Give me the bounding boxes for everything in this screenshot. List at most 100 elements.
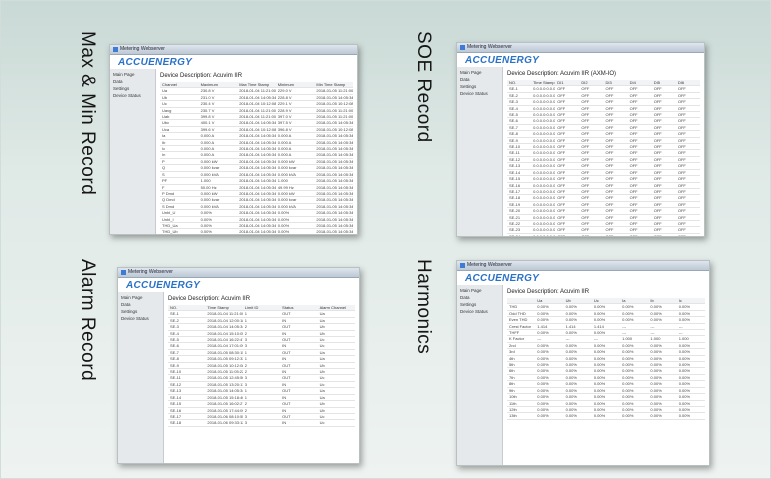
table-cell: 2018-01-05 14:05:34 xyxy=(314,203,353,211)
harmonics-table: Ua Ub Uc Ia Ib Ic THD 0.00% 0.00% 0.00% 0.00% 0.00%… xyxy=(507,298,705,420)
column-header: Time Stamp xyxy=(531,80,556,87)
logo-row: ACCUENERGY xyxy=(110,55,357,69)
sidebar-item[interactable]: Main Page xyxy=(110,71,155,78)
table-cell: 0.0.0.0:0.0.0 xyxy=(531,169,556,177)
table-cell: 2018-01-04 12:00:18.896 xyxy=(205,317,243,325)
table-cell: OFF xyxy=(603,233,628,236)
logo-row: ACCUENERGY xyxy=(457,53,704,67)
maxmin-screenshot: Metering Webserver ACCUENERGY Main Page Dat… xyxy=(109,44,358,235)
sidebar-item[interactable]: Device Status xyxy=(457,308,502,315)
table-cell: 0.00% xyxy=(275,228,315,234)
table-cell: 0.0.0.0:0.0.0 xyxy=(531,124,556,132)
table-cell: 2018-01-04 14:05:34 xyxy=(237,132,276,140)
table-cell: 2018-01-05 14:05:34 xyxy=(314,119,353,127)
maxmin-table: Channel Maximum Max Time Stamp Minimum Min T… xyxy=(160,82,353,235)
app-icon xyxy=(113,47,118,52)
table-cell: 2018-01-05 11:21:00 xyxy=(314,87,353,95)
table-cell: 0.00% xyxy=(535,412,564,420)
table-cell: SE-24 xyxy=(507,233,532,236)
table-cell: 0.0.0.0:0.0.0 xyxy=(531,130,556,138)
table-cell: 0.0.0.0:0.0.0 xyxy=(531,194,556,202)
accuenergy-logo: ACCUENERGY xyxy=(465,54,540,66)
table-row: SE-24 0.0.0.0:0.0.0 OFF OFF OFF OFF OFF OFF xyxy=(507,233,700,236)
sidebar-item[interactable]: Device Status xyxy=(118,315,163,322)
table-cell: 0.0.0.0:0.0.0 xyxy=(531,220,556,228)
table-cell: OFF xyxy=(651,233,676,236)
table-cell: 0.0.0.0:0.0.0 xyxy=(531,226,556,234)
device-description: Device Description: Acuvim IIR (AXM-IO) xyxy=(507,71,617,77)
sidebar-item[interactable]: Device Status xyxy=(457,90,502,97)
sidebar-item[interactable]: Settings xyxy=(457,301,502,308)
accuenergy-logo: ACCUENERGY xyxy=(118,56,193,68)
sidebar-item[interactable]: Settings xyxy=(118,308,163,315)
sidebar-item[interactable]: Data xyxy=(110,78,155,85)
table-cell: 2018-01-05 14:05:34 xyxy=(314,196,353,204)
label-soe: SOE Record xyxy=(413,31,434,143)
sidebar-item[interactable]: Settings xyxy=(110,85,155,92)
table-cell: OFF xyxy=(675,233,700,236)
sidebar-item[interactable]: Data xyxy=(457,76,502,83)
device-description: Device Description: Acuvim IIR xyxy=(168,296,251,302)
table-cell: 2018-01-05 14:05:34 xyxy=(314,158,353,166)
table-cell: 2018-01-05 14:05:34.129 xyxy=(205,387,243,395)
sidebar-item[interactable]: Main Page xyxy=(457,69,502,76)
page-content: Main Page Data Settings Device Status Device… xyxy=(457,285,709,465)
table-cell: 2018-01-05 14:05:34 xyxy=(314,228,353,235)
table-cell: 2018-01-04 11:21:00 xyxy=(237,87,276,95)
page-content: Main Page Data Settings Device Status Device… xyxy=(118,292,359,463)
table-cell: 2018-01-05 14:05:34 xyxy=(314,94,353,102)
table-cell: 3 xyxy=(242,419,281,427)
table-cell: 2018-01-05 16:02:27.063 xyxy=(205,400,243,408)
table-cell: 0.0.0.0:0.0.0 xyxy=(531,85,556,93)
table-cell: 0.0.0.0:0.0.0 xyxy=(531,92,556,100)
soe-screenshot: Metering Webserver ACCUENERGY Main Page Dat… xyxy=(456,42,705,237)
table-cell: 2018-01-04 11:21:00 xyxy=(237,113,276,121)
table-cell: OFF xyxy=(579,233,604,236)
table-cell: 0.00% xyxy=(563,412,592,420)
table-cell: 0.00% xyxy=(676,412,705,420)
table-cell: 2018-01-05 10:12:08.736 xyxy=(205,362,243,370)
alarm-screenshot: Metering Webserver ACCUENERGY Main Page Dat… xyxy=(117,267,360,464)
table-cell: 2018-01-05 10:12:08 xyxy=(314,126,353,134)
table-cell: IN xyxy=(280,419,318,427)
table-cell: 2018-01-06 08:10:55.210 xyxy=(205,413,243,421)
table-cell: 0.0.0.0:0.0.0 xyxy=(531,182,556,189)
table-cell: 2018-01-04 14:05:34 xyxy=(237,209,276,217)
table-cell: 0.0.0.0:0.0.0 xyxy=(531,175,556,183)
table-cell: 2018-01-04 14:05:34 xyxy=(237,228,276,235)
alarm-table: NO. Time Stamp Limit ID Status Alarm Channel… xyxy=(168,305,355,427)
sidebar-item[interactable]: Main Page xyxy=(457,287,502,294)
table-cell: 2018-01-04 14:05:34 xyxy=(237,158,276,166)
table-cell: 2018-01-04 14:05:34 xyxy=(237,222,276,230)
table-cell: 2018-01-05 14:05:34 xyxy=(314,132,353,140)
table-cell: 0.0.0.0:0.0.0 xyxy=(531,111,556,119)
table-cell: 2018-01-05 11:21:00 xyxy=(314,113,353,121)
table-cell: 2018-01-04 15:10:05.523 xyxy=(205,330,243,338)
table-cell: 0.0.0.0:0.0.0 xyxy=(531,105,556,113)
label-alarm: Alarm Record xyxy=(77,259,98,382)
main-area: Device Description: Acuvim IIR (AXM-IO) N… xyxy=(503,67,704,236)
label-maxmin: Max & Min Record xyxy=(77,31,98,196)
sidebar-item[interactable]: Settings xyxy=(457,83,502,90)
main-area: Device Description: Acuvim IIR NO. Time St… xyxy=(164,292,359,463)
table-cell: 2018-01-05 17:44:09.781 xyxy=(205,407,243,414)
table-cell: 13th xyxy=(507,412,536,420)
label-harmonics: Harmonics xyxy=(413,259,434,355)
sidebar: Main Page Data Settings Device Status xyxy=(118,292,164,463)
table-cell: 2018-01-04 14:05:34 xyxy=(237,151,276,159)
sidebar-item[interactable]: Main Page xyxy=(118,294,163,301)
sidebar-item[interactable]: Data xyxy=(457,294,502,301)
table-cell: 0.0.0.0:0.0.0 xyxy=(531,188,556,196)
sidebar: Main Page Data Settings Device Status xyxy=(457,285,503,465)
sidebar-item[interactable]: Data xyxy=(118,301,163,308)
table-cell: 2018-01-05 14:05:34 xyxy=(314,184,353,191)
table-cell: 0.0.0.0:0.0.0 xyxy=(531,149,556,157)
table-cell: 0.00% xyxy=(620,412,649,420)
window-title: Metering Webserver xyxy=(128,269,173,275)
table-cell: 2018-01-05 14:05:34 xyxy=(314,151,353,159)
sidebar-item[interactable]: Device Status xyxy=(110,92,155,99)
table-cell: 2018-01-04 11:21:00 xyxy=(237,107,276,115)
logo-row: ACCUENERGY xyxy=(118,278,359,292)
table-cell: 0.00% xyxy=(198,228,238,234)
device-description: Device Description: Acuvim IIR xyxy=(160,73,243,79)
